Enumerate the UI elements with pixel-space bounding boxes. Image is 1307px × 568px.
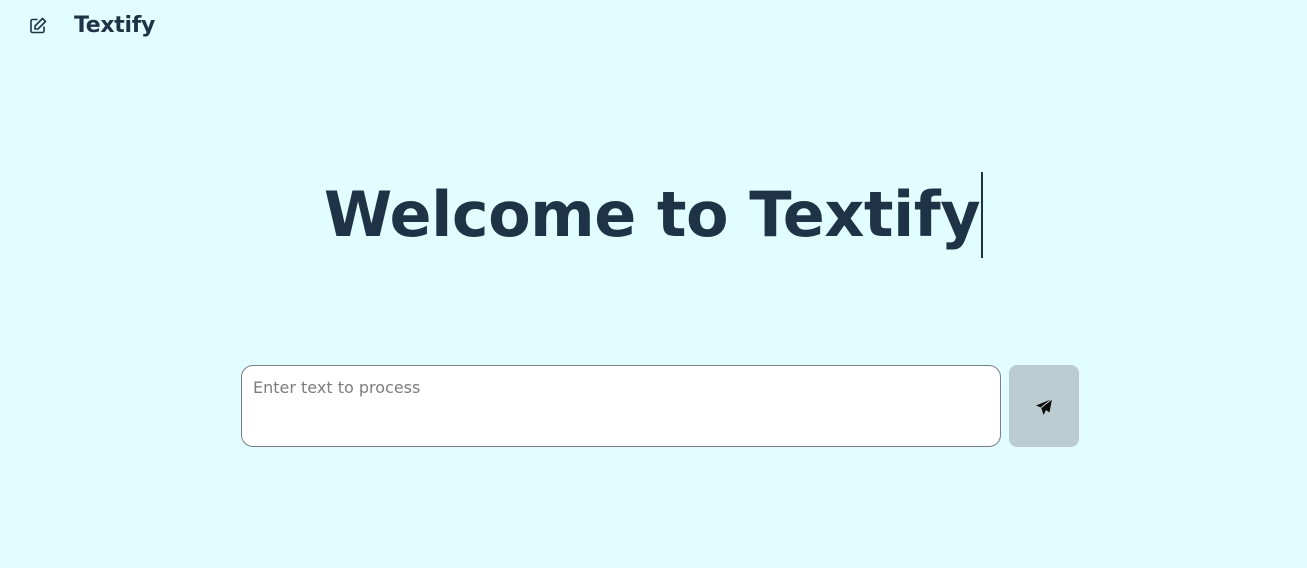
hero-section: Welcome to Textify: [0, 172, 1307, 262]
paper-plane-icon: [1035, 398, 1053, 416]
text-input[interactable]: [241, 365, 1001, 447]
text-caret: [981, 172, 984, 258]
app-title: Textify: [74, 13, 156, 38]
edit-icon[interactable]: [28, 16, 48, 36]
welcome-heading-text: Welcome to Textify: [323, 178, 981, 251]
composer: [241, 365, 1079, 447]
send-button[interactable]: [1009, 365, 1079, 447]
top-bar: Textify: [0, 0, 1307, 52]
welcome-heading: Welcome to Textify: [323, 172, 984, 258]
